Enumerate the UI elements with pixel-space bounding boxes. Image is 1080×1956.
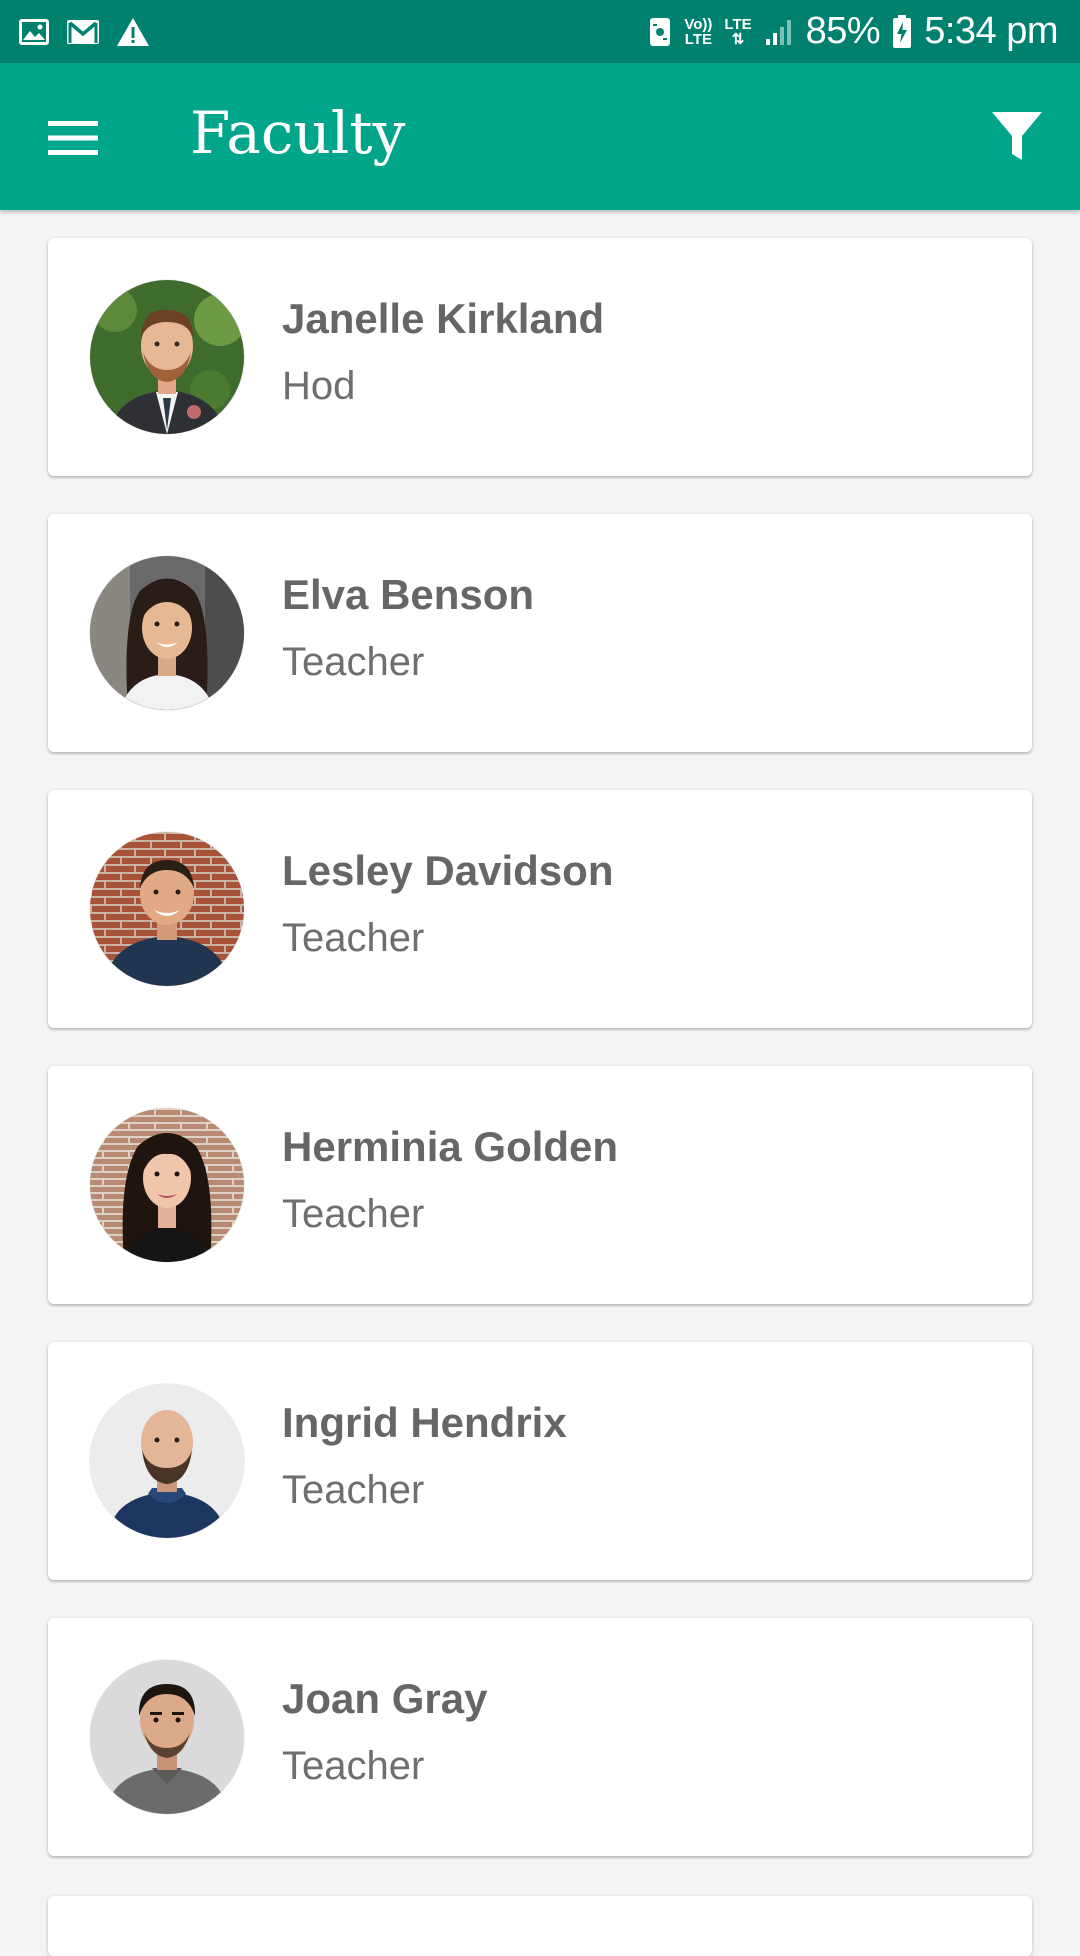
- battery-percent: 85%: [805, 10, 881, 52]
- faculty-name: Elva Benson: [282, 571, 535, 618]
- signal-icon: [765, 19, 791, 45]
- vibrate-icon: [650, 17, 671, 46]
- page-title: Faculty: [190, 99, 406, 167]
- lte-icon: LTE ⇅: [724, 17, 751, 47]
- faculty-role: Teacher: [282, 1744, 425, 1788]
- faculty-role: Teacher: [282, 916, 425, 960]
- faculty-role: Teacher: [282, 1468, 425, 1512]
- faculty-card[interactable]: Elva Benson Teacher: [48, 514, 1032, 752]
- avatar: [90, 1660, 244, 1814]
- hamburger-menu-icon: [48, 121, 98, 155]
- avatar-man-brick-wall: [90, 832, 244, 986]
- avatar: [90, 832, 244, 986]
- avatar: [90, 1384, 244, 1538]
- avatar-man-gray-shirt: [90, 1660, 244, 1814]
- faculty-role: Hod: [282, 364, 356, 408]
- app-bar: Faculty: [0, 63, 1080, 210]
- faculty-name: Joan Gray: [282, 1675, 488, 1722]
- volte-icon: Vo)) LTE: [684, 17, 712, 47]
- avatar: [90, 280, 244, 434]
- faculty-card[interactable]: Ingrid Hendrix Teacher: [48, 1342, 1032, 1580]
- avatar-man-beard-suit: [90, 280, 244, 434]
- battery-charging-icon: [893, 14, 912, 48]
- status-system: Vo)) LTE LTE ⇅ 85% 5:34 pm: [636, 10, 1058, 53]
- faculty-role: Teacher: [282, 1192, 425, 1236]
- avatar-woman-smiling: [90, 556, 244, 710]
- faculty-list: Janelle Kirkland Hod Elva Benson Teacher: [48, 238, 1032, 1894]
- faculty-card[interactable]: Janelle Kirkland Hod: [48, 238, 1032, 476]
- menu-button[interactable]: [30, 103, 116, 173]
- avatar: [90, 1108, 244, 1262]
- faculty-role: Teacher: [282, 640, 425, 684]
- data-arrows: ⇅: [731, 30, 745, 48]
- gmail-icon: [67, 19, 99, 44]
- status-notifications: [18, 17, 166, 47]
- avatar-woman-dark-hair: [90, 1108, 244, 1262]
- faculty-name: Herminia Golden: [282, 1123, 619, 1170]
- lte-label: LTE: [724, 15, 752, 33]
- image-icon: [19, 18, 49, 45]
- faculty-name: Ingrid Hendrix: [282, 1399, 567, 1446]
- faculty-name: Janelle Kirkland: [282, 295, 605, 342]
- faculty-card[interactable]: Herminia Golden Teacher: [48, 1066, 1032, 1304]
- warning-icon: [117, 17, 149, 46]
- faculty-card[interactable]: Lesley Davidson Teacher: [48, 790, 1032, 1028]
- volte-label-bottom: LTE: [684, 30, 712, 48]
- faculty-card-partial[interactable]: [48, 1896, 1032, 1956]
- filter-button[interactable]: [982, 101, 1052, 171]
- volte-label-top: Vo)): [684, 15, 713, 33]
- status-time: 5:34 pm: [924, 10, 1058, 52]
- faculty-name: Lesley Davidson: [282, 847, 614, 894]
- avatar-man-bald-beard: [90, 1384, 244, 1538]
- filter-icon: [992, 112, 1042, 160]
- status-bar: Vo)) LTE LTE ⇅ 85% 5:34 pm: [0, 0, 1080, 63]
- avatar: [90, 556, 244, 710]
- faculty-card[interactable]: Joan Gray Teacher: [48, 1618, 1032, 1856]
